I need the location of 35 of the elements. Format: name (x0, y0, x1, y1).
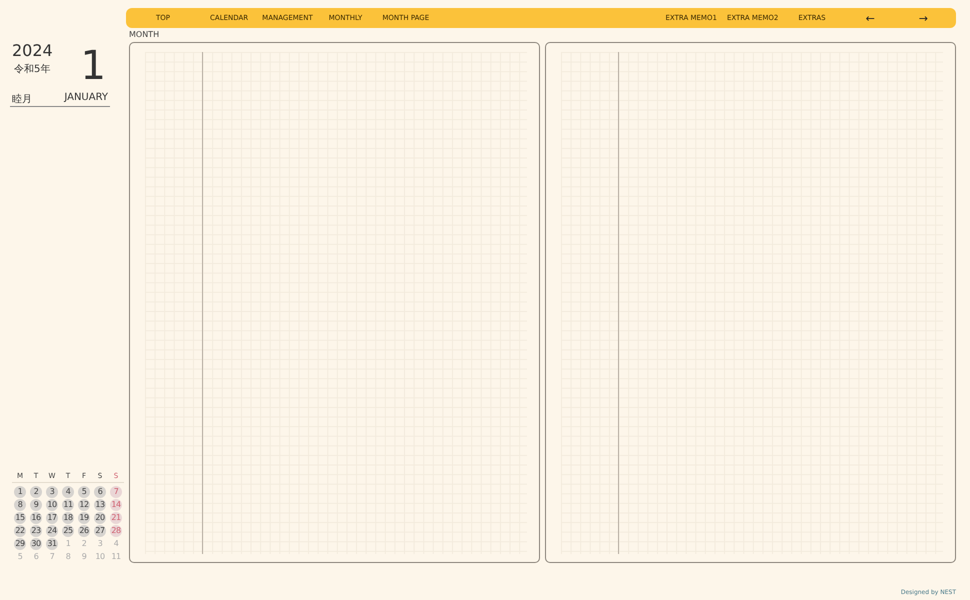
calendar-day[interactable]: 27 (94, 525, 106, 537)
calendar-day[interactable]: 20 (94, 512, 106, 524)
calendar-day[interactable]: 31 (46, 538, 58, 550)
calendar-day[interactable]: 18 (62, 512, 74, 524)
calendar-day[interactable]: 22 (14, 525, 26, 537)
calendar-day[interactable]: 15 (14, 512, 26, 524)
calendar-day[interactable]: 23 (30, 525, 42, 537)
calendar-day[interactable]: 11 (62, 499, 74, 511)
month-name: JANUARY (64, 92, 108, 105)
calendar-day[interactable]: 3 (46, 486, 58, 498)
calendar-day[interactable]: 1 (14, 486, 26, 498)
calendar-day[interactable]: 9 (30, 499, 42, 511)
era-year: 令和5年 (13, 62, 52, 76)
calendar-day[interactable]: 5 (78, 486, 90, 498)
calendar-day[interactable]: 8 (14, 499, 26, 511)
calendar-day[interactable]: 25 (62, 525, 74, 537)
calendar-day[interactable]: 12 (78, 499, 90, 511)
calendar-day[interactable]: 30 (30, 538, 42, 550)
calendar-day[interactable]: 4 (62, 486, 74, 498)
calendar-day[interactable]: 2 (30, 486, 42, 498)
calendar-day[interactable]: 6 (94, 486, 106, 498)
calendar-day[interactable]: 17 (46, 512, 58, 524)
calendar-day[interactable]: 26 (78, 525, 90, 537)
month-number: 1 (80, 46, 106, 86)
previous-button[interactable]: ← (866, 12, 875, 24)
calendar-day[interactable]: 10 (46, 499, 58, 511)
section-label: MONTH (129, 30, 160, 39)
calendar-day[interactable]: 16 (30, 512, 42, 524)
year: 2024 (11, 42, 53, 60)
calendar-day[interactable]: 19 (78, 512, 90, 524)
month-japanese-name: 睦月 (12, 92, 32, 106)
calendar-day[interactable]: 29 (14, 538, 26, 550)
calendar-day[interactable]: 13 (94, 499, 106, 511)
calendar-day[interactable]: 24 (46, 525, 58, 537)
next-button[interactable]: → (918, 12, 928, 24)
